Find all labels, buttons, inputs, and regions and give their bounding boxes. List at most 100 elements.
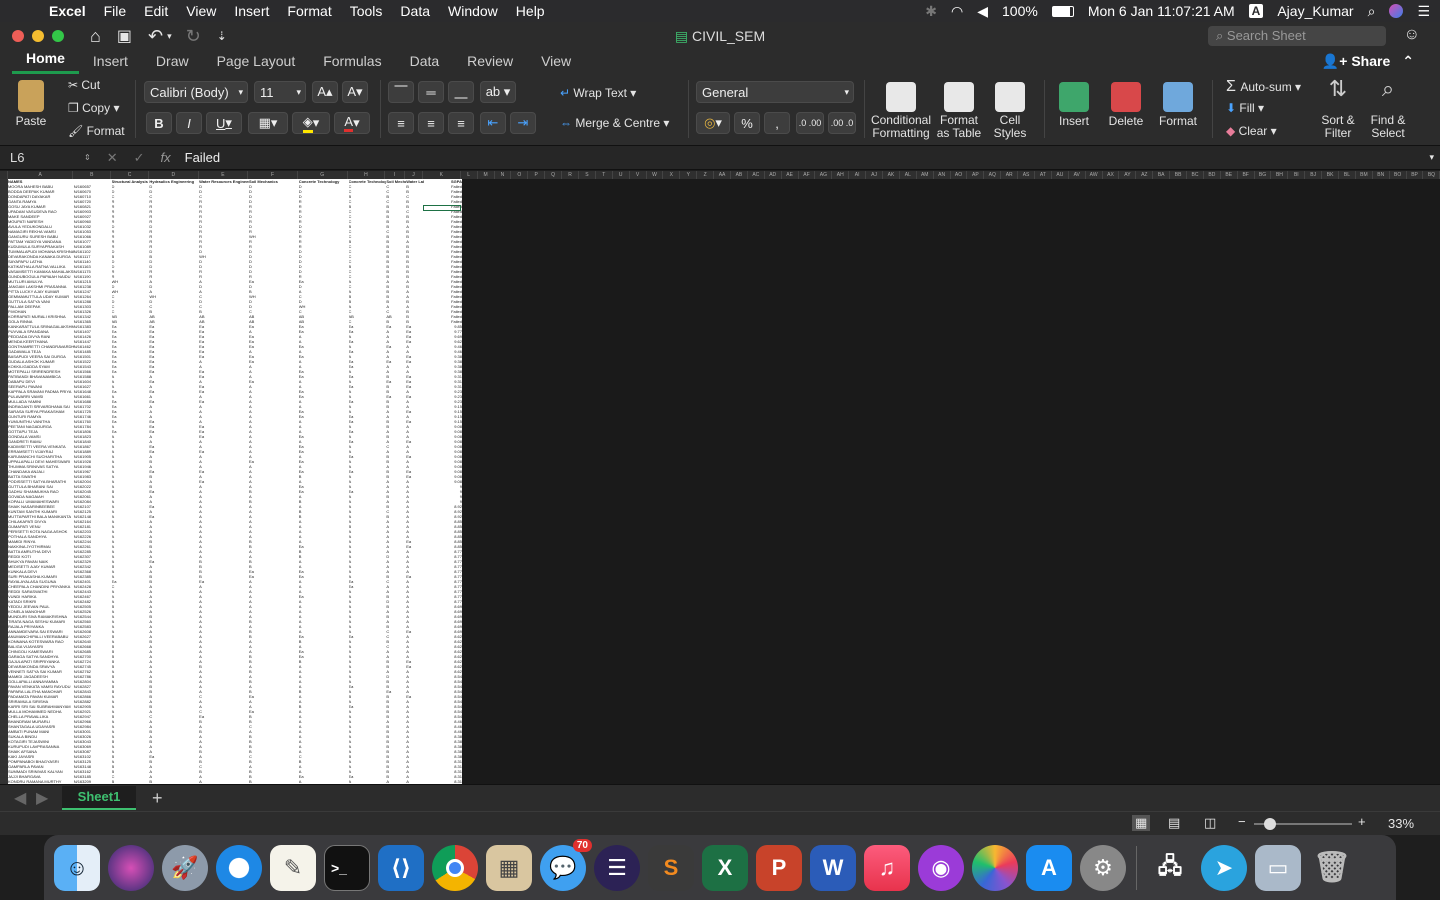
music-icon[interactable]: ♫ (864, 844, 910, 891)
save-icon[interactable]: ▣ (117, 26, 132, 46)
column-header[interactable]: R (562, 171, 579, 179)
column-header[interactable]: BO (1390, 171, 1407, 179)
column-header[interactable]: AE (782, 171, 799, 179)
selected-cell[interactable] (423, 205, 461, 211)
align-bottom-button[interactable]: ⎽ (448, 81, 474, 103)
formula-input[interactable]: Failed (185, 150, 220, 165)
column-header[interactable]: B (73, 171, 112, 179)
podcasts-icon[interactable]: ◉ (918, 844, 964, 891)
comma-style-button[interactable]: , (764, 112, 790, 134)
column-header[interactable]: D (149, 171, 199, 179)
column-header[interactable]: AD (765, 171, 782, 179)
cancel-formula-icon[interactable]: ✕ (107, 150, 118, 166)
column-header[interactable]: BD (1204, 171, 1221, 179)
sublime-text-icon[interactable]: S (648, 844, 694, 891)
menu-view[interactable]: View (177, 3, 225, 19)
cell-styles-button[interactable]: Cell Styles (988, 82, 1032, 140)
column-header[interactable]: BL (1339, 171, 1356, 179)
column-header[interactable]: AQ (984, 171, 1002, 179)
clock[interactable]: Mon 6 Jan 11:07:21 AM (1088, 3, 1235, 19)
column-header[interactable]: I (385, 171, 406, 179)
preview-icon[interactable]: ▭ (1255, 844, 1301, 891)
column-header[interactable]: BA (1153, 171, 1171, 179)
maximize-window-button[interactable] (52, 30, 64, 42)
word-icon[interactable]: W (810, 844, 856, 891)
column-header[interactable]: O (511, 171, 529, 179)
percent-style-button[interactable]: % (734, 112, 760, 134)
delete-cells-button[interactable]: Delete (1104, 82, 1148, 128)
column-header[interactable]: AL (900, 171, 917, 179)
textedit-icon[interactable]: ✎ (270, 844, 316, 891)
decrease-indent-button[interactable]: ⇤ (480, 112, 506, 134)
column-header[interactable]: BC (1187, 171, 1204, 179)
column-header[interactable]: AN (934, 171, 951, 179)
name-box[interactable]: L6 (0, 150, 84, 165)
eclipse-icon[interactable]: ☰ (594, 844, 640, 891)
format-cells-button[interactable]: Format (1156, 82, 1200, 128)
previous-sheet-icon[interactable]: ◀ (14, 788, 26, 808)
column-header[interactable]: G (298, 171, 348, 179)
column-header[interactable]: AG (815, 171, 833, 179)
copy-button[interactable]: ❐ Copy ▾ (68, 101, 119, 115)
undo-dropdown-icon[interactable]: ▾ (167, 31, 172, 42)
decrease-font-size-button[interactable]: A▾ (342, 81, 368, 103)
bold-button[interactable]: B (146, 112, 172, 134)
column-header[interactable]: AU (1052, 171, 1069, 179)
format-as-table-button[interactable]: Format as Table (936, 82, 982, 140)
select-all-corner[interactable] (0, 171, 8, 179)
column-header[interactable]: BJ (1305, 171, 1323, 179)
column-header[interactable]: F (248, 171, 298, 179)
siri-app-icon[interactable] (108, 844, 154, 891)
column-header[interactable]: Q (545, 171, 563, 179)
cut-button[interactable]: ✂ Cut (68, 78, 100, 92)
sheet-tab[interactable]: Sheet1 (62, 786, 136, 810)
column-header[interactable]: S (579, 171, 596, 179)
column-header[interactable]: U (613, 171, 630, 179)
redo-icon[interactable]: ↻ (186, 26, 201, 47)
collapse-ribbon-icon[interactable]: ⌃ (1402, 53, 1414, 69)
search-sheet-input[interactable]: ⌕ Search Sheet (1208, 26, 1386, 46)
align-top-button[interactable]: ⎺ (388, 81, 414, 103)
column-header[interactable]: V (630, 171, 647, 179)
column-header[interactable]: H (348, 171, 386, 179)
photos-icon[interactable] (972, 844, 1018, 891)
system-preferences-icon[interactable]: ⚙ (1080, 844, 1126, 891)
siri-icon[interactable] (1389, 4, 1404, 18)
add-sheet-icon[interactable]: + (152, 788, 163, 809)
column-header[interactable]: BM (1356, 171, 1373, 179)
menu-edit[interactable]: Edit (135, 3, 177, 19)
paste-button[interactable]: Paste (8, 80, 54, 128)
zoom-in-icon[interactable]: + (1358, 814, 1366, 829)
volume-icon[interactable]: ◀ (977, 3, 988, 20)
column-header[interactable]: BN (1373, 171, 1390, 179)
sort-filter-button[interactable]: ⇅ Sort & Filter (1316, 78, 1360, 140)
column-header[interactable]: AB (731, 171, 748, 179)
terminal-icon[interactable]: >_ (324, 844, 370, 891)
menu-data[interactable]: Data (391, 3, 439, 19)
align-middle-button[interactable]: ═ (418, 81, 444, 103)
menu-app-name[interactable]: Excel (40, 3, 95, 19)
tab-insert[interactable]: Insert (79, 53, 142, 74)
column-header[interactable]: AK (883, 171, 900, 179)
fill-button[interactable]: ⬇ Fill ▾ (1226, 101, 1264, 115)
close-window-button[interactable] (12, 30, 24, 42)
column-header[interactable]: AV (1069, 171, 1086, 179)
excel-icon[interactable]: X (702, 844, 748, 891)
bluetooth-icon[interactable]: ✱ (925, 3, 937, 20)
column-header[interactable]: K (423, 171, 461, 179)
column-header[interactable]: M (478, 171, 495, 179)
fill-color-button[interactable]: ◈ ▾ (292, 112, 330, 134)
column-header[interactable]: BF (1238, 171, 1255, 179)
column-header[interactable]: AM (917, 171, 934, 179)
column-header[interactable]: BQ (1423, 171, 1440, 179)
column-header[interactable]: E (199, 171, 249, 179)
home-icon[interactable]: ⌂ (90, 26, 101, 47)
column-header[interactable]: C (111, 171, 149, 179)
column-header[interactable]: BK (1322, 171, 1340, 179)
notification-center-icon[interactable]: ☰ (1417, 3, 1430, 20)
auto-sum-button[interactable]: Σ Auto-sum ▾ (1226, 78, 1301, 96)
chrome-icon[interactable] (432, 844, 478, 891)
column-header[interactable]: AH (832, 171, 850, 179)
trash-icon[interactable]: 🗑 (1309, 845, 1355, 891)
menu-window[interactable]: Window (439, 3, 507, 19)
